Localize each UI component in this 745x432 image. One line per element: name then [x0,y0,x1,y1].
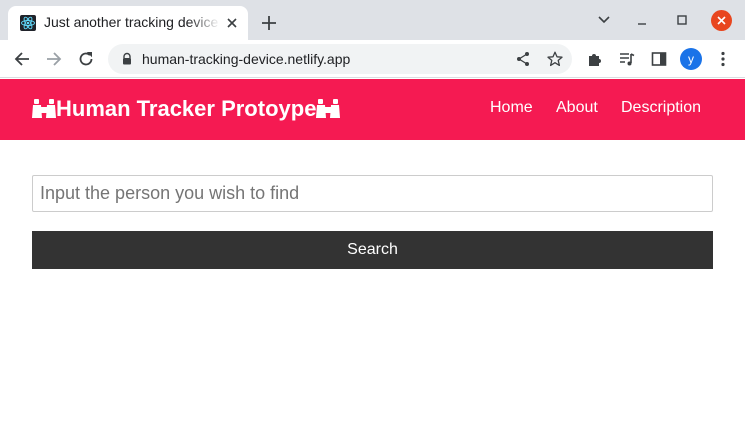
window-close-icon[interactable] [711,10,732,31]
nav-link-description[interactable]: Description [621,99,701,117]
address-bar[interactable]: human-tracking-device.netlify.app [108,44,572,74]
tab-title: Just another tracking device [44,14,219,30]
extensions-puzzle-icon[interactable] [586,50,604,68]
binoculars-icon [316,99,341,119]
side-panel-icon[interactable] [650,50,668,68]
browser-tabstrip: Just another tracking device [0,0,745,40]
search-button[interactable]: Search [32,231,713,269]
profile-avatar[interactable]: y [680,48,702,70]
brand-logo[interactable]: Human Tracker Protoype [32,95,341,123]
maximize-icon[interactable] [670,9,694,31]
kebab-menu-icon[interactable] [714,50,732,68]
bookmark-star-icon[interactable] [546,50,564,68]
media-playlist-icon[interactable] [618,50,636,68]
browser-tab[interactable]: Just another tracking device [8,6,248,40]
site-navbar: Human Tracker Protoype Home About Descri… [0,79,745,140]
reload-icon[interactable] [74,48,98,70]
react-icon [20,15,36,31]
tab-close-icon[interactable] [224,15,240,31]
url-text[interactable]: human-tracking-device.netlify.app [142,51,350,67]
forward-arrow-icon[interactable] [42,48,66,70]
browser-toolbar: human-tracking-device.netlify.app y [0,40,745,78]
person-search-input[interactable] [32,175,713,212]
brand-title: Human Tracker Protoype [56,96,317,121]
new-tab-icon[interactable] [258,12,280,34]
chevron-down-icon[interactable] [592,9,616,31]
nav-link-home[interactable]: Home [490,99,533,117]
minimize-icon[interactable] [630,9,654,31]
binoculars-icon [32,99,56,119]
nav-link-about[interactable]: About [556,99,598,117]
back-arrow-icon[interactable] [10,48,34,70]
lock-icon[interactable] [120,52,134,66]
share-icon[interactable] [514,50,532,68]
